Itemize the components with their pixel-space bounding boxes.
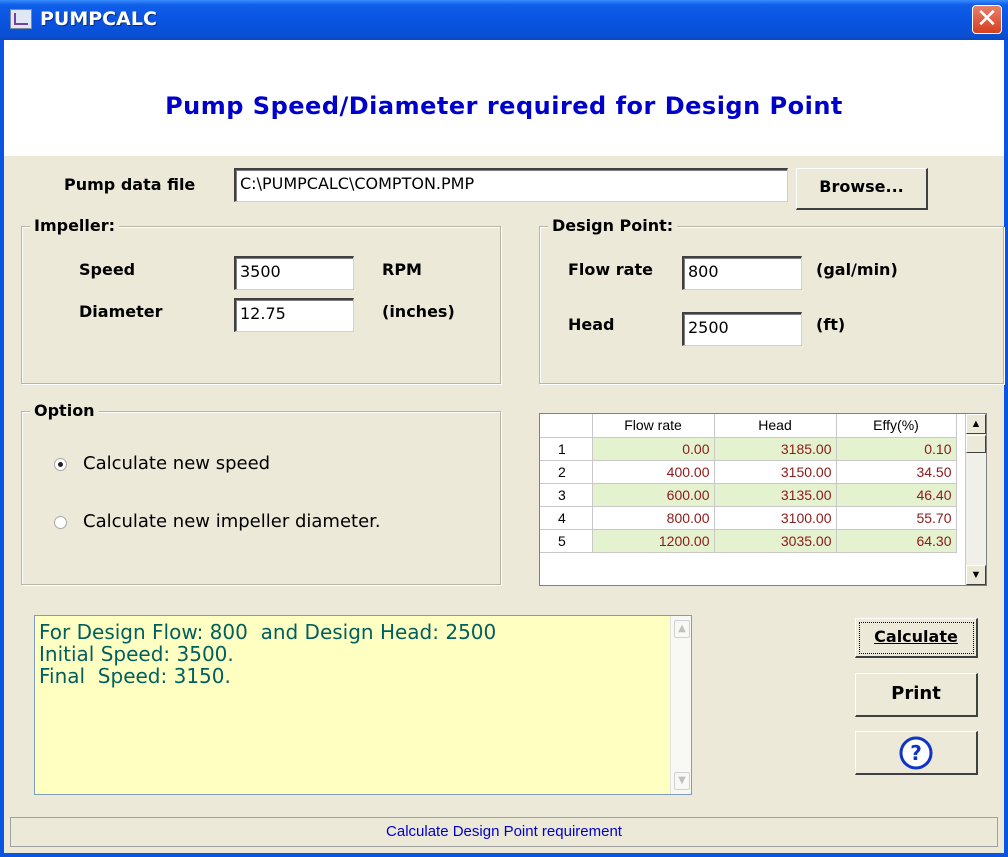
- table-header-row: Flow rate Head Effy(%): [540, 414, 957, 438]
- table-row[interactable]: 1 0.00 3185.00 0.10: [540, 437, 957, 461]
- table-row[interactable]: 4 800.00 3100.00 55.70: [540, 506, 957, 530]
- row-number: 4: [540, 506, 593, 530]
- app-window: PUMPCALC ✕ Pump Speed/Diameter required …: [0, 0, 1008, 857]
- radio-new-diameter-label[interactable]: Calculate new impeller diameter.: [83, 511, 381, 532]
- print-button[interactable]: Print: [855, 673, 978, 717]
- column-header-effy[interactable]: Effy(%): [836, 414, 957, 438]
- scroll-down-arrow-icon[interactable]: ▼: [966, 565, 986, 585]
- print-label: Print: [891, 683, 941, 704]
- close-button[interactable]: ✕: [972, 5, 1002, 34]
- cell-head[interactable]: 3150.00: [714, 460, 837, 484]
- cell-effy[interactable]: 34.50: [836, 460, 957, 484]
- column-header-index: [540, 414, 593, 438]
- flow-rate-unit: (gal/min): [816, 260, 898, 279]
- speed-input[interactable]: 3500: [234, 256, 354, 290]
- chevron-up-icon[interactable]: ▲: [674, 620, 690, 638]
- scroll-up-arrow-icon[interactable]: ▲: [966, 414, 986, 434]
- calculate-button[interactable]: Calculate: [855, 618, 978, 658]
- calculate-label: Calculate: [874, 627, 958, 646]
- cell-head[interactable]: 3100.00: [714, 506, 837, 530]
- design-point-group: Design Point:: [539, 216, 1004, 384]
- result-line: Initial Speed: 3500.: [39, 642, 234, 666]
- question-circle-icon: ?: [899, 736, 933, 770]
- results-textarea[interactable]: For Design Flow: 800 and Design Head: 25…: [34, 615, 692, 795]
- page-title: Pump Speed/Diameter required for Design …: [165, 92, 843, 120]
- flow-rate-label: Flow rate: [568, 260, 653, 279]
- radio-new-speed-label[interactable]: Calculate new speed: [83, 453, 270, 474]
- diameter-unit: (inches): [382, 302, 455, 321]
- head-unit: (ft): [816, 315, 846, 334]
- cell-flow-rate[interactable]: 400.00: [592, 460, 715, 484]
- row-number: 3: [540, 483, 593, 507]
- speed-unit: RPM: [382, 260, 422, 279]
- svg-text:?: ?: [910, 741, 922, 765]
- window-title: PUMPCALC: [40, 8, 157, 30]
- cell-head[interactable]: 3035.00: [714, 529, 837, 553]
- chevron-down-icon[interactable]: ▼: [674, 772, 690, 790]
- dialog-body: Pump Speed/Diameter required for Design …: [4, 40, 1004, 853]
- pump-file-label: Pump data file: [64, 175, 196, 194]
- grid-scrollbar[interactable]: ▲ ▼: [965, 414, 986, 585]
- table-row[interactable]: 5 1200.00 3035.00 64.30: [540, 529, 957, 553]
- head-label: Head: [568, 315, 615, 334]
- status-bar: Calculate Design Point requirement: [10, 817, 998, 847]
- app-icon: [10, 9, 32, 29]
- column-header-flow-rate[interactable]: Flow rate: [592, 414, 715, 438]
- diameter-label: Diameter: [79, 302, 163, 321]
- result-line: Final Speed: 3150.: [39, 664, 231, 688]
- result-line: For Design Flow: 800 and Design Head: 25…: [39, 620, 497, 644]
- row-number: 1: [540, 437, 593, 461]
- radio-new-speed[interactable]: [54, 458, 67, 471]
- design-point-group-title: Design Point:: [548, 216, 678, 235]
- row-number: 2: [540, 460, 593, 484]
- help-button[interactable]: ?: [855, 731, 978, 775]
- option-group: Option: [21, 401, 501, 585]
- column-header-head[interactable]: Head: [714, 414, 837, 438]
- cell-effy[interactable]: 55.70: [836, 506, 957, 530]
- impeller-group-title: Impeller:: [30, 216, 120, 235]
- pump-curve-table: Flow rate Head Effy(%) 1 0.00 3185.00 0.…: [540, 414, 957, 553]
- cell-head[interactable]: 3135.00: [714, 483, 837, 507]
- results-scrollbar[interactable]: ▲ ▼: [670, 616, 691, 794]
- speed-label: Speed: [79, 260, 136, 279]
- cell-flow-rate[interactable]: 0.00: [592, 437, 715, 461]
- diameter-input[interactable]: 12.75: [234, 298, 354, 332]
- table-row[interactable]: 2 400.00 3150.00 34.50: [540, 460, 957, 484]
- pump-file-input[interactable]: C:\PUMPCALC\COMPTON.PMP: [234, 168, 788, 202]
- radio-new-diameter[interactable]: [54, 516, 67, 529]
- cell-flow-rate[interactable]: 1200.00: [592, 529, 715, 553]
- table-row[interactable]: 3 600.00 3135.00 46.40: [540, 483, 957, 507]
- title-bar[interactable]: PUMPCALC ✕: [0, 0, 1008, 40]
- row-number: 5: [540, 529, 593, 553]
- flow-rate-input[interactable]: 800: [682, 256, 802, 290]
- option-group-title: Option: [30, 401, 99, 420]
- cell-effy[interactable]: 0.10: [836, 437, 957, 461]
- browse-button[interactable]: Browse...: [796, 168, 928, 210]
- cell-head[interactable]: 3185.00: [714, 437, 837, 461]
- cell-effy[interactable]: 46.40: [836, 483, 957, 507]
- cell-flow-rate[interactable]: 600.00: [592, 483, 715, 507]
- cell-flow-rate[interactable]: 800.00: [592, 506, 715, 530]
- cell-effy[interactable]: 64.30: [836, 529, 957, 553]
- header-band: Pump Speed/Diameter required for Design …: [4, 40, 1004, 156]
- scroll-thumb[interactable]: [966, 435, 986, 453]
- head-input[interactable]: 2500: [682, 312, 802, 346]
- pump-curve-grid[interactable]: Flow rate Head Effy(%) 1 0.00 3185.00 0.…: [539, 413, 987, 586]
